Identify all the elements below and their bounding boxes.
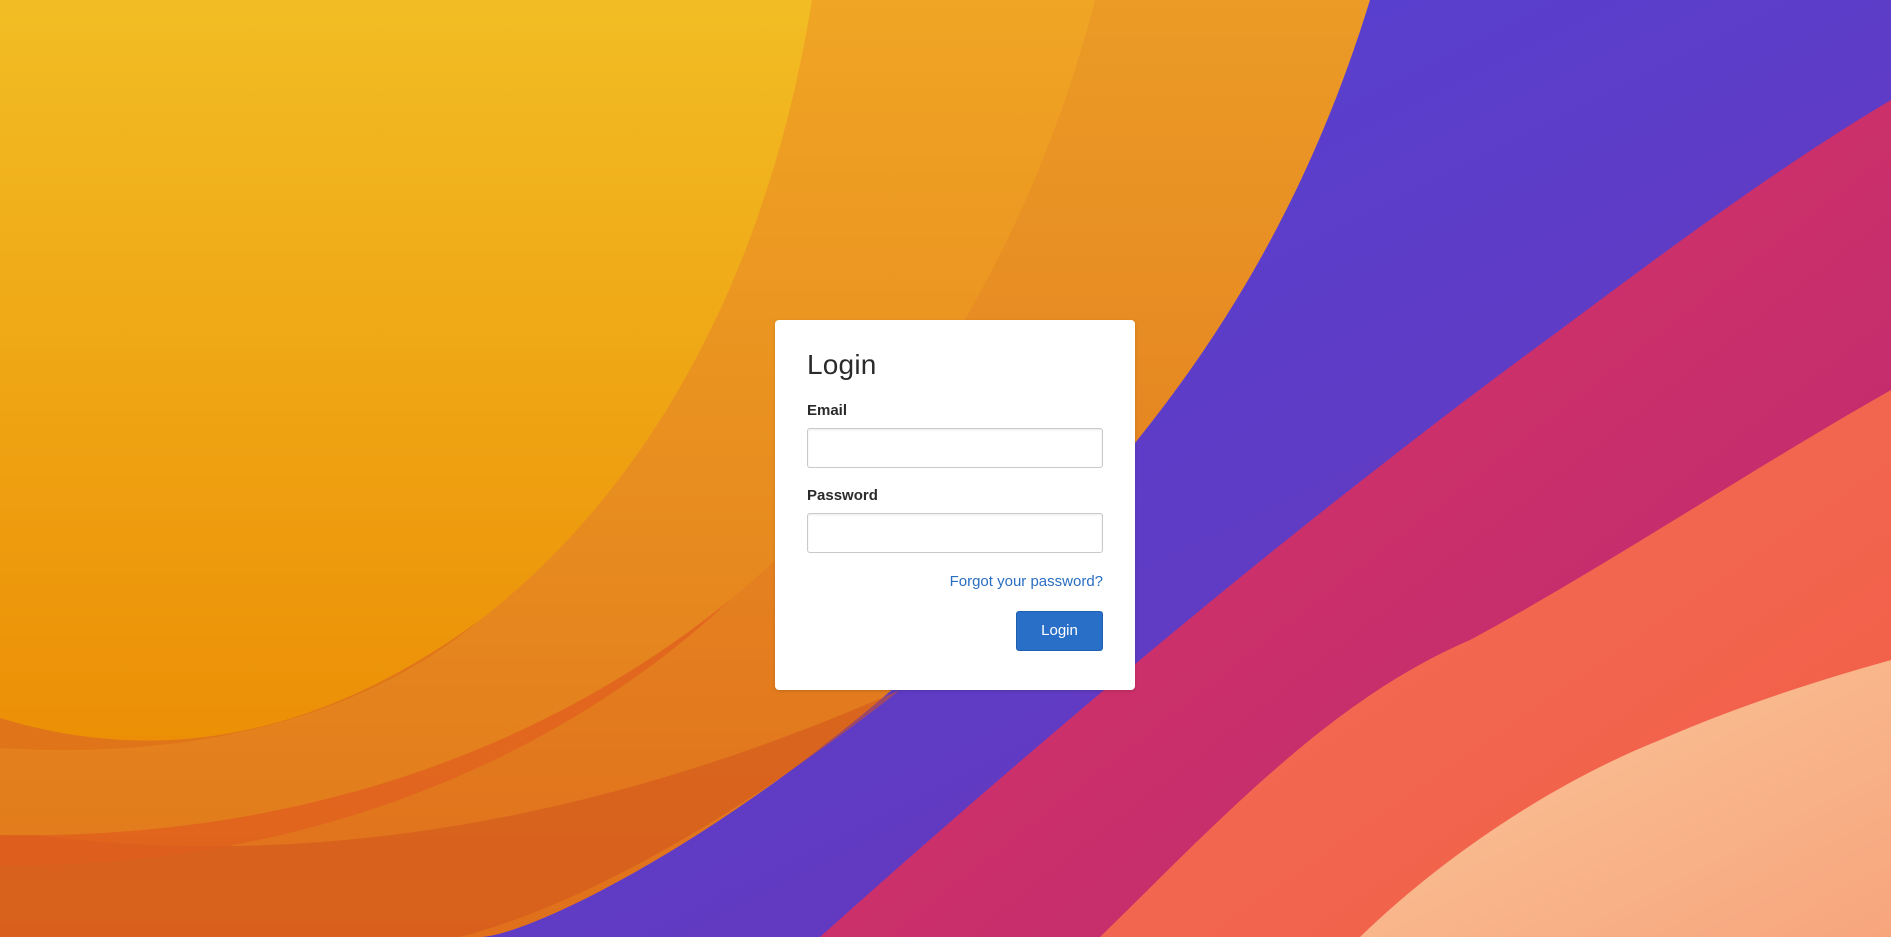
form-actions: Login <box>807 611 1103 651</box>
email-field-group: Email <box>807 402 1103 468</box>
login-title: Login <box>807 349 877 380</box>
login-button[interactable]: Login <box>1016 611 1103 651</box>
email-label: Email <box>807 402 848 419</box>
password-label: Password <box>807 487 878 504</box>
forgot-password-link[interactable]: Forgot your password? <box>950 573 1103 590</box>
password-field-group: Password <box>807 487 1103 553</box>
email-input[interactable] <box>807 428 1103 468</box>
login-card: Login Email Password Forgot your passwor… <box>775 320 1135 690</box>
forgot-password-row: Forgot your password? <box>807 573 1103 591</box>
password-input[interactable] <box>807 513 1103 553</box>
